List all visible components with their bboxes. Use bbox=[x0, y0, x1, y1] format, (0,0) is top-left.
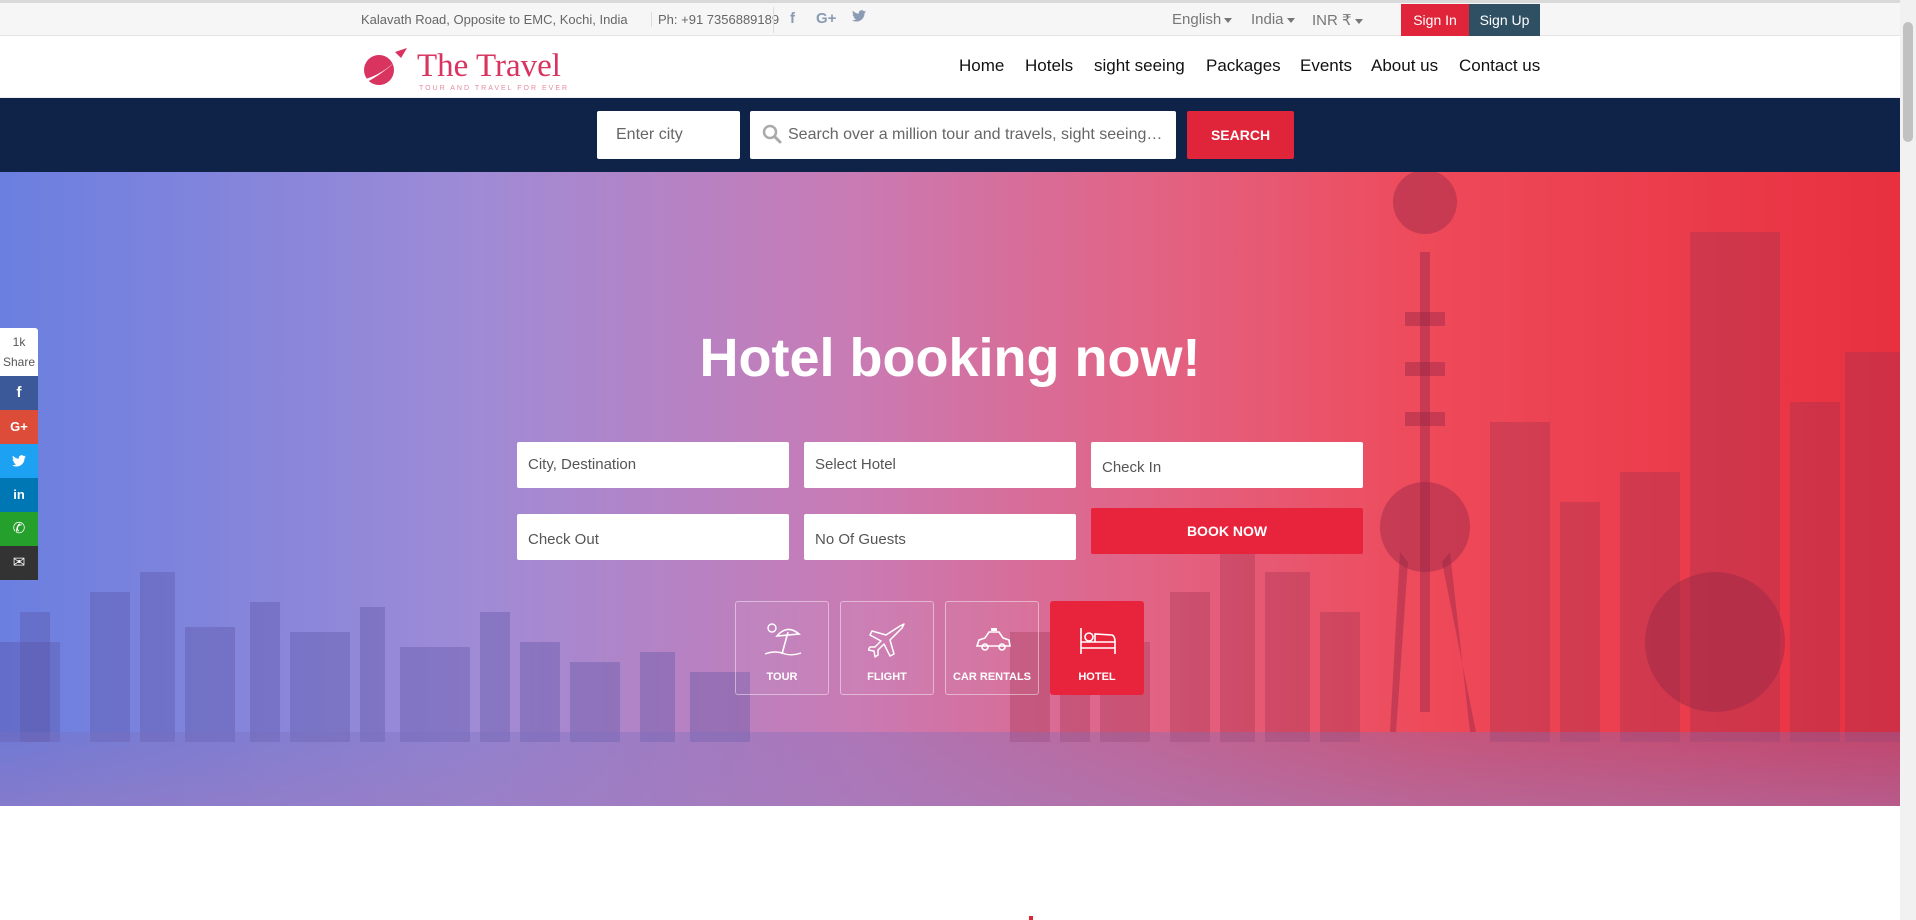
sign-in-button[interactable]: Sign In bbox=[1401, 4, 1469, 36]
share-count-value: 1k bbox=[12, 335, 26, 349]
nav-home[interactable]: Home bbox=[959, 56, 1004, 76]
search-icon bbox=[762, 124, 782, 144]
nav-about-us[interactable]: About us bbox=[1371, 56, 1438, 76]
hotel-select[interactable]: Select Hotel bbox=[804, 442, 1076, 488]
share-linkedin-icon[interactable]: in bbox=[0, 478, 38, 512]
country-dropdown[interactable]: India bbox=[1251, 11, 1295, 28]
facebook-icon[interactable]: f bbox=[790, 10, 795, 27]
nav-packages[interactable]: Packages bbox=[1206, 56, 1281, 76]
language-dropdown[interactable]: English bbox=[1172, 11, 1233, 28]
sign-up-button[interactable]: Sign Up bbox=[1469, 4, 1540, 36]
tab-label: FLIGHT bbox=[867, 671, 907, 683]
city-input[interactable]: Enter city bbox=[597, 111, 740, 159]
brand-name: The Travel bbox=[417, 48, 561, 84]
chevron-down-icon bbox=[1224, 17, 1233, 23]
logo[interactable]: The Travel TOUR AND TRAVEL FOR EVER bbox=[357, 46, 577, 92]
google-plus-icon[interactable]: G+ bbox=[816, 10, 836, 27]
hero-banner: Hotel booking now! City, Destination Sel… bbox=[0, 172, 1900, 806]
nav-sight-seeing[interactable]: sight seeing bbox=[1094, 56, 1185, 76]
guests-field[interactable]: No Of Guests bbox=[804, 514, 1076, 560]
check-in-field[interactable]: Check In bbox=[1091, 442, 1363, 488]
search-placeholder: Search over a million tour and travels, … bbox=[788, 126, 1163, 143]
book-now-button[interactable]: BOOK NOW bbox=[1091, 508, 1363, 554]
site-header: The Travel TOUR AND TRAVEL FOR EVER Home… bbox=[0, 36, 1900, 98]
country-value: India bbox=[1251, 11, 1284, 28]
share-twitter-icon[interactable] bbox=[0, 444, 38, 478]
tab-flight[interactable]: FLIGHT bbox=[840, 601, 934, 695]
search-strip: Enter city Search over a million tour an… bbox=[0, 98, 1900, 172]
share-count: 1k Share bbox=[0, 328, 38, 376]
bed-icon bbox=[1080, 628, 1116, 654]
search-input[interactable]: Search over a million tour and travels, … bbox=[750, 111, 1176, 159]
tab-car-rentals[interactable]: CAR RENTALS bbox=[945, 601, 1039, 695]
share-google-plus-icon[interactable]: G+ bbox=[0, 410, 38, 444]
top-bar: Kalavath Road, Opposite to EMC, Kochi, I… bbox=[0, 0, 1900, 36]
nav-events[interactable]: Events bbox=[1300, 56, 1352, 76]
tab-label: TOUR bbox=[766, 671, 798, 683]
language-value: English bbox=[1172, 11, 1222, 28]
tab-hotel[interactable]: HOTEL bbox=[1050, 601, 1144, 695]
twitter-icon[interactable] bbox=[852, 10, 866, 25]
share-sidebar: 1k Share f G+ in ✆ ✉ bbox=[0, 328, 38, 580]
airplane-icon bbox=[868, 623, 905, 658]
nav-contact-us[interactable]: Contact us bbox=[1459, 56, 1540, 76]
chevron-down-icon bbox=[1286, 17, 1295, 23]
check-out-field[interactable]: Check Out bbox=[517, 514, 789, 560]
car-icon bbox=[975, 628, 1011, 651]
address-text: Kalavath Road, Opposite to EMC, Kochi, I… bbox=[361, 12, 628, 27]
tab-tour[interactable]: TOUR bbox=[735, 601, 829, 695]
share-facebook-icon[interactable]: f bbox=[0, 376, 38, 410]
nav-hotels[interactable]: Hotels bbox=[1025, 56, 1073, 76]
tab-label: CAR RENTALS bbox=[952, 671, 1031, 683]
water-reflection bbox=[0, 732, 1900, 806]
hero-title: Hotel booking now! bbox=[699, 328, 1201, 388]
scrollbar-thumb[interactable] bbox=[1903, 22, 1913, 142]
currency-dropdown[interactable]: INR ₹ bbox=[1312, 11, 1363, 29]
share-email-icon[interactable]: ✉ bbox=[0, 546, 38, 580]
divider bbox=[773, 7, 774, 33]
share-whatsapp-icon[interactable]: ✆ bbox=[0, 512, 38, 546]
search-button[interactable]: SEARCH bbox=[1187, 111, 1294, 159]
brand-tagline: TOUR AND TRAVEL FOR EVER bbox=[419, 85, 570, 92]
city-skyline-image bbox=[0, 172, 1900, 742]
destination-field[interactable]: City, Destination bbox=[517, 442, 789, 488]
currency-value: INR ₹ bbox=[1312, 12, 1352, 29]
phone-text: Ph: +91 7356889189 bbox=[651, 12, 779, 27]
beach-umbrella-icon bbox=[764, 623, 802, 656]
chevron-down-icon bbox=[1354, 18, 1363, 24]
decorative-dot bbox=[1029, 916, 1033, 920]
scrollbar[interactable] bbox=[1900, 0, 1916, 920]
tab-label: HOTEL bbox=[1078, 671, 1116, 683]
planet-logo-icon bbox=[361, 48, 407, 85]
share-label: Share bbox=[2, 355, 36, 369]
